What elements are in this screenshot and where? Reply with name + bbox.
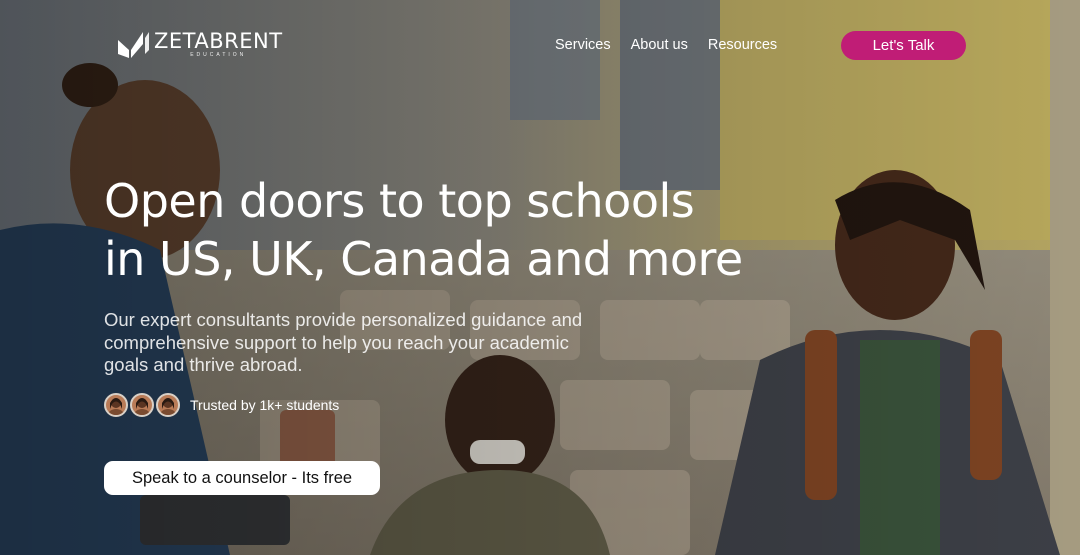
avatar [130, 393, 154, 417]
top-nav: ZETABRENT EDUCATION Services About us Re… [0, 0, 1080, 90]
brand-logo[interactable]: ZETABRENT EDUCATION [116, 28, 283, 60]
nav-links: Services About us Resources [555, 37, 777, 53]
speak-to-counselor-button[interactable]: Speak to a counselor - Its free [104, 461, 380, 495]
hero-headline-line2: in US, UK, Canada and more [104, 232, 743, 286]
brand-name: ZETABRENT [154, 29, 283, 53]
hero-section: ZETABRENT EDUCATION Services About us Re… [0, 0, 1080, 555]
hero-headline-line1: Open doors to top schools [104, 174, 695, 228]
student-avatars [104, 393, 182, 417]
avatar [104, 393, 128, 417]
hero-subtext: Our expert consultants provide personali… [104, 309, 583, 375]
trust-indicator: Trusted by 1k+ students [104, 393, 339, 417]
nav-link-resources[interactable]: Resources [708, 37, 777, 53]
book-leaf-icon [118, 32, 149, 58]
nav-link-services[interactable]: Services [555, 37, 611, 53]
nav-link-about-us[interactable]: About us [631, 37, 688, 53]
avatar [156, 393, 180, 417]
brand-tagline: EDUCATION [190, 52, 247, 58]
lets-talk-button[interactable]: Let's Talk [841, 31, 966, 60]
hero-headline: Open doors to top schools in US, UK, Can… [104, 172, 804, 288]
trust-text: Trusted by 1k+ students [190, 397, 340, 413]
